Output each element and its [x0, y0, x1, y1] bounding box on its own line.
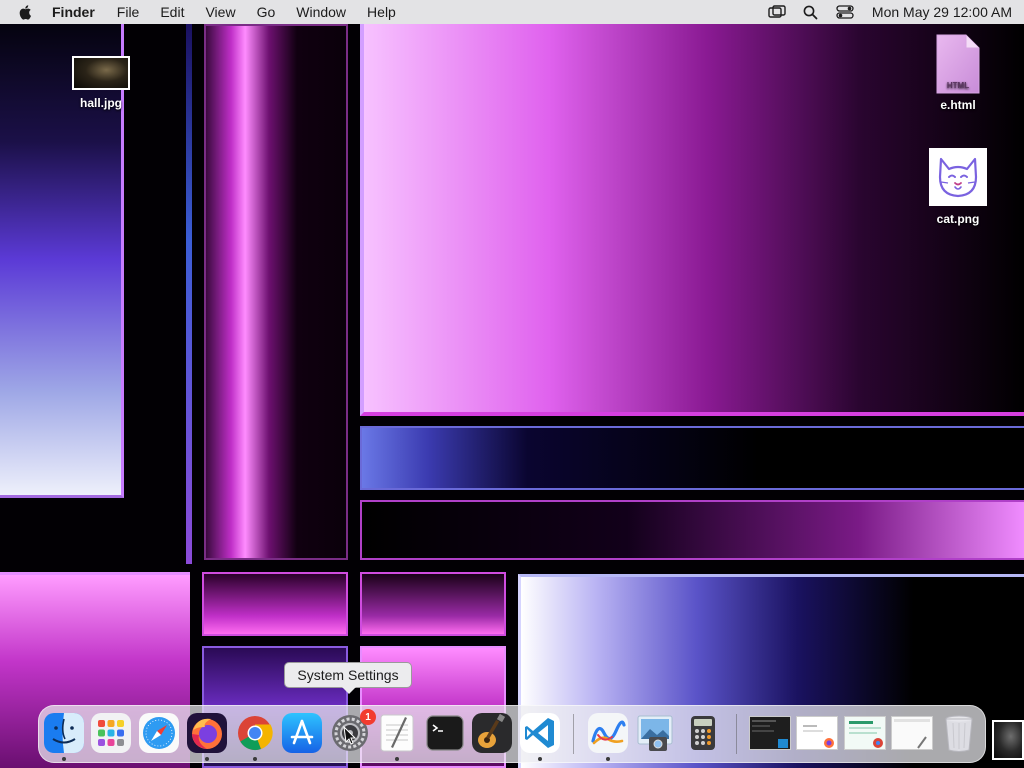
dock-separator [736, 714, 737, 754]
chrome-icon [235, 713, 275, 753]
screenshot-thumbnail-preview[interactable] [992, 720, 1024, 760]
search-icon[interactable] [802, 4, 820, 20]
menu-bar: Finder File Edit View Go Window Help Mon… [0, 0, 1024, 24]
dock-separator [573, 714, 574, 754]
running-indicator [395, 757, 399, 761]
dock-item-safari[interactable] [139, 713, 179, 753]
desktop-icon-label: e.html [940, 98, 976, 112]
safari-compass-icon [139, 713, 179, 753]
menu-edit[interactable]: Edit [160, 4, 184, 20]
desktop-icon-e-html[interactable]: HTML e.html [908, 34, 1008, 112]
desktop-wallpaper [0, 0, 1024, 768]
menu-file[interactable]: File [117, 4, 140, 20]
desktop-icon-cat-png[interactable]: cat.png [908, 148, 1008, 226]
running-indicator [62, 757, 66, 761]
apple-logo-icon[interactable] [18, 4, 34, 20]
vscode-icon [520, 713, 560, 753]
preview-icon [635, 713, 675, 753]
minimized-window-firefox[interactable] [796, 716, 838, 750]
desktop-icon-label: cat.png [936, 212, 980, 226]
running-indicator [205, 757, 209, 761]
cat-image-icon [929, 148, 987, 206]
calculator-icon [683, 713, 723, 753]
menu-help[interactable]: Help [367, 4, 396, 20]
dock: 1 [38, 705, 986, 763]
control-center-icon[interactable] [836, 4, 854, 20]
trash-icon [939, 713, 979, 753]
finder-icon [44, 713, 84, 753]
dock-item-app-store[interactable] [282, 713, 322, 753]
dock-item-textedit[interactable] [377, 713, 417, 753]
html-file-icon: HTML [936, 34, 980, 94]
textedit-icon [377, 713, 417, 753]
dock-item-firefox[interactable] [187, 713, 227, 753]
dock-item-terminal[interactable] [425, 713, 465, 753]
firefox-icon [187, 713, 227, 753]
dock-item-chrome[interactable] [235, 713, 275, 753]
menu-window[interactable]: Window [296, 4, 346, 20]
dock-item-preview[interactable] [635, 713, 675, 753]
desktop-icon-label: hall.jpg [80, 96, 122, 110]
running-indicator [538, 757, 542, 761]
dock-item-calculator[interactable] [683, 713, 723, 753]
image-thumbnail-icon [72, 56, 130, 90]
screen-mirroring-icon[interactable] [768, 4, 786, 20]
app-menu-finder[interactable]: Finder [52, 4, 95, 20]
running-indicator [253, 757, 257, 761]
dock-item-launchpad[interactable] [91, 713, 131, 753]
terminal-icon [425, 713, 465, 753]
dock-item-vscode[interactable] [520, 713, 560, 753]
dock-item-freeform[interactable] [588, 713, 628, 753]
minimized-window-vscode[interactable] [749, 716, 791, 750]
minimized-window-textedit[interactable] [891, 716, 933, 750]
dock-item-finder[interactable] [44, 713, 84, 753]
app-store-icon [282, 713, 322, 753]
minimized-window-chrome[interactable] [844, 716, 886, 750]
running-indicator [606, 757, 610, 761]
notification-badge: 1 [360, 709, 376, 725]
svg-text:HTML: HTML [947, 81, 969, 90]
dock-item-system-settings[interactable]: 1 [330, 709, 376, 753]
gear-icon: 1 [330, 709, 376, 753]
dock-item-garageband[interactable] [472, 713, 512, 753]
dock-item-trash[interactable] [939, 713, 979, 753]
freeform-icon [588, 713, 628, 753]
dock-tooltip: System Settings [284, 662, 412, 694]
desktop-icon-hall-jpg[interactable]: hall.jpg [51, 56, 151, 110]
launchpad-icon [91, 713, 131, 753]
menu-view[interactable]: View [205, 4, 235, 20]
menu-go[interactable]: Go [257, 4, 276, 20]
menubar-clock[interactable]: Mon May 29 12:00 AM [872, 4, 1012, 20]
guitar-icon [472, 713, 512, 753]
